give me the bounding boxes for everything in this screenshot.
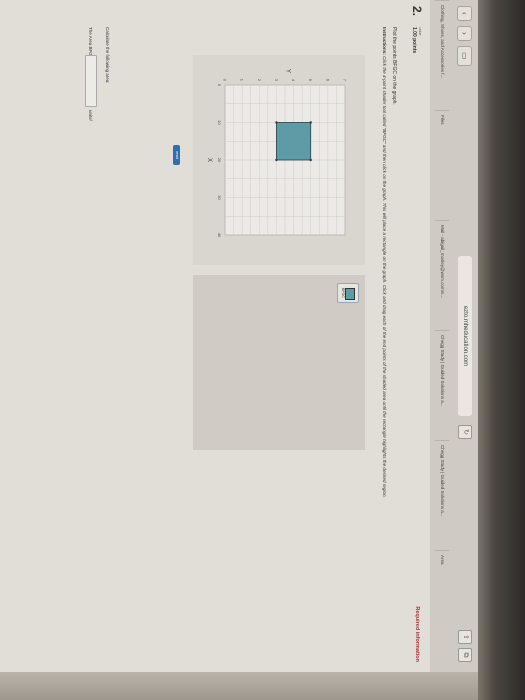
calc-prompt: Calculate the following area: xyxy=(105,27,110,84)
required-information-link[interactable]: Required information xyxy=(414,606,420,662)
rectangle-handle xyxy=(275,158,278,162)
x-tick-label: 20 xyxy=(217,158,222,163)
y-tick-label: 6 xyxy=(325,79,330,82)
page-content: 2. value: 1.00 points Required informati… xyxy=(0,0,430,672)
question-prompt: Plot the points BFGC on the graph. xyxy=(391,27,397,105)
tab-chegg-2[interactable]: Chegg Study | Guided Solutions a... xyxy=(435,440,449,550)
tab-clothing[interactable]: Clothing, Shoes, and Accessories f... xyxy=(435,0,449,105)
question-number: 2. xyxy=(410,6,424,17)
y-axis-label: Y xyxy=(285,69,291,73)
x-axis-label: X xyxy=(206,158,212,162)
y-tick-label: 3 xyxy=(274,79,279,82)
reload-icon[interactable]: ↻ xyxy=(458,425,472,439)
x-tick-label: 30 xyxy=(217,195,222,200)
tab-files[interactable]: Files xyxy=(435,110,449,215)
back-button[interactable]: ‹ xyxy=(457,6,472,21)
instructions-label: Instructions: xyxy=(382,27,387,55)
rectangle-shader-icon xyxy=(345,288,355,300)
forward-button[interactable]: › xyxy=(457,26,472,41)
reset-button[interactable]: reset xyxy=(173,145,180,165)
y-tick-label: 5 xyxy=(308,79,313,82)
value-label: value: xyxy=(418,27,422,37)
area-unit: units² xyxy=(88,110,93,122)
sidebar-toggle-icon[interactable]: ▭ xyxy=(457,46,472,66)
y-tick-label: 2 xyxy=(257,79,262,82)
rectangle-handle xyxy=(309,158,312,162)
tool-panel: BFGC xyxy=(193,275,365,450)
tab-chegg-1[interactable]: Chegg Study | Guided Solutions a... xyxy=(435,330,449,440)
y-tick-label: 7 xyxy=(343,79,348,82)
browser-screen: ‹ › ▭ ezto.mheducation.com ↻ ⇪ ⧉ Clothin… xyxy=(0,0,478,672)
rectangle-handle xyxy=(275,121,278,124)
tab-mail[interactable]: Mail - abigail_mosley@wsm.comm... xyxy=(435,220,449,330)
area-input[interactable] xyxy=(85,55,97,107)
tool-label: BFGC xyxy=(341,288,345,298)
tab-bar: Clothing, Shoes, and Accessories f... Fi… xyxy=(432,0,452,672)
x-tick-label: 40 xyxy=(217,233,222,238)
x-tick-label: 0 xyxy=(217,84,222,87)
desk-surface xyxy=(0,672,478,700)
bfgc-shader-tool[interactable]: BFGC xyxy=(337,283,359,303)
graph-panel[interactable]: 7 6 5 4 3 2 1 0 0 10 20 30 40 Y X xyxy=(193,55,365,265)
laptop-bezel xyxy=(478,0,525,700)
x-tick-label: 10 xyxy=(217,120,222,125)
y-tick-label: 1 xyxy=(240,79,245,82)
instructions-text: Click the 4-point shader tool called "BF… xyxy=(382,54,387,498)
graph[interactable]: 76543210010203040YX xyxy=(193,55,365,265)
share-icon[interactable]: ⇪ xyxy=(458,630,472,644)
rectangle-handle xyxy=(309,121,312,124)
address-bar[interactable]: ezto.mheducation.com xyxy=(458,256,472,416)
y-tick-label: 4 xyxy=(291,79,296,82)
shaded-rectangle-bfgc xyxy=(276,122,312,161)
points-value: 1.00 points xyxy=(411,27,417,54)
tab-area[interactable]: Area xyxy=(435,550,449,665)
instructions: Instructions: Click the 4-point shader t… xyxy=(381,27,388,587)
y-tick-label: 0 xyxy=(223,79,228,82)
tabs-icon[interactable]: ⧉ xyxy=(458,648,472,662)
browser-chrome: ‹ › ▭ ezto.mheducation.com ↻ ⇪ ⧉ Clothin… xyxy=(429,0,478,672)
